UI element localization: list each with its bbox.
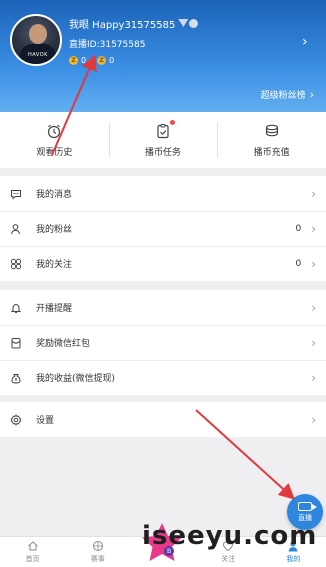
chevron-right-icon: ›: [309, 88, 314, 101]
quick-label: 播币充值: [253, 147, 290, 158]
home-icon: [27, 541, 38, 551]
menu-group-settings: 设置 ›: [0, 402, 326, 437]
nav-label: 我的: [286, 555, 301, 563]
chat-bubble-icon: [11, 189, 21, 200]
clover-icon: [10, 258, 22, 269]
menu-item-earnings[interactable]: 我的收益(微信提现) ›: [0, 360, 326, 395]
menu-label: 设置: [36, 416, 55, 426]
menu-group-rewards: 开播提醒 › 奖励微信红包 › 我的收益(微信提现) ›: [0, 290, 326, 395]
badges: [178, 19, 199, 28]
trophy-icon: [92, 541, 103, 551]
video-camera-icon: [298, 501, 317, 511]
menu-label: 我的粉丝: [36, 225, 73, 235]
user-icon: [11, 223, 20, 234]
menu-item-fans[interactable]: 我的粉丝 0 ›: [0, 211, 326, 246]
watermark-text: iseeyu.com: [142, 521, 318, 551]
avatar-shirt-text: HAVOK: [28, 52, 48, 58]
quick-actions: 观看历史 播币任务 播币充值: [0, 112, 326, 168]
chevron-right-icon: ›: [311, 335, 316, 350]
menu-item-messages[interactable]: 我的消息 ›: [0, 176, 326, 211]
super-fans-rank-link[interactable]: 超级粉丝榜 ›: [261, 88, 314, 101]
menu-label: 我的关注: [36, 260, 73, 270]
coin-b-value: 0: [109, 56, 115, 65]
alarm-clock-icon: [48, 124, 61, 138]
menu-label: 我的消息: [36, 190, 73, 200]
profile-header[interactable]: HAVOK 我眼 Happy31575585 直播ID:31575585 Z 0…: [0, 0, 326, 112]
watch-history-button[interactable]: 观看历史: [0, 112, 109, 168]
username: 我眼 Happy31575585: [69, 20, 176, 31]
bell-icon: [10, 303, 22, 313]
menu-item-following[interactable]: 我的关注 0 ›: [0, 246, 326, 281]
chevron-right-icon[interactable]: ›: [302, 34, 308, 50]
clipboard-check-icon: [155, 119, 175, 139]
avatar[interactable]: HAVOK: [10, 14, 62, 66]
menu-label: 奖励微信红包: [36, 339, 91, 349]
coin-a-value: 0: [81, 56, 87, 65]
level-badge-icon: [189, 19, 199, 28]
menu-item-wechat-red-envelope[interactable]: 奖励微信红包 ›: [0, 325, 326, 360]
menu-item-live-reminder[interactable]: 开播提醒 ›: [0, 290, 326, 325]
gear-icon: [10, 413, 22, 426]
quick-label: 观看历史: [36, 147, 73, 158]
chevron-right-icon: ›: [311, 186, 316, 201]
chevron-right-icon: ›: [311, 412, 316, 427]
chevron-right-icon: ›: [311, 370, 316, 385]
chevron-right-icon: ›: [311, 221, 316, 236]
diamond-badge-icon: [178, 19, 189, 27]
quick-label: 播币任务: [145, 147, 182, 158]
nav-label: 首页: [25, 555, 40, 563]
coin-balances: Z 0 Z 0: [69, 56, 114, 65]
fans-count: 0: [295, 223, 302, 234]
coin-stack-icon: [265, 124, 278, 136]
coin-recharge-button[interactable]: 播币充值: [217, 112, 326, 168]
money-bag-icon: [11, 373, 21, 384]
notification-dot: [170, 119, 175, 125]
nav-label: 关注: [221, 555, 236, 563]
fans-rank-label: 超级粉丝榜: [260, 91, 306, 101]
chevron-right-icon: ›: [311, 300, 316, 315]
menu-group-social: 我的消息 › 我的粉丝 0 › 我的关注 0 ›: [0, 176, 326, 281]
menu-item-settings[interactable]: 设置 ›: [0, 402, 326, 437]
following-count: 0: [295, 258, 302, 269]
avatar-head: [29, 24, 47, 44]
nav-home[interactable]: 首页: [0, 537, 65, 567]
menu-label: 开播提醒: [36, 304, 73, 314]
coin-icon: Z: [69, 56, 78, 65]
red-envelope-icon: [11, 337, 21, 348]
nav-events[interactable]: 赛事: [65, 537, 130, 567]
coin-tasks-button[interactable]: 播币任务: [108, 112, 218, 168]
nav-label: 赛事: [90, 555, 105, 563]
username-row: 我眼 Happy31575585: [69, 16, 199, 31]
diamond-coin-icon: Z: [97, 56, 107, 65]
chevron-right-icon: ›: [311, 256, 316, 271]
live-id: 直播ID:31575585: [69, 40, 146, 50]
menu-label: 我的收益(微信提现): [36, 374, 116, 384]
